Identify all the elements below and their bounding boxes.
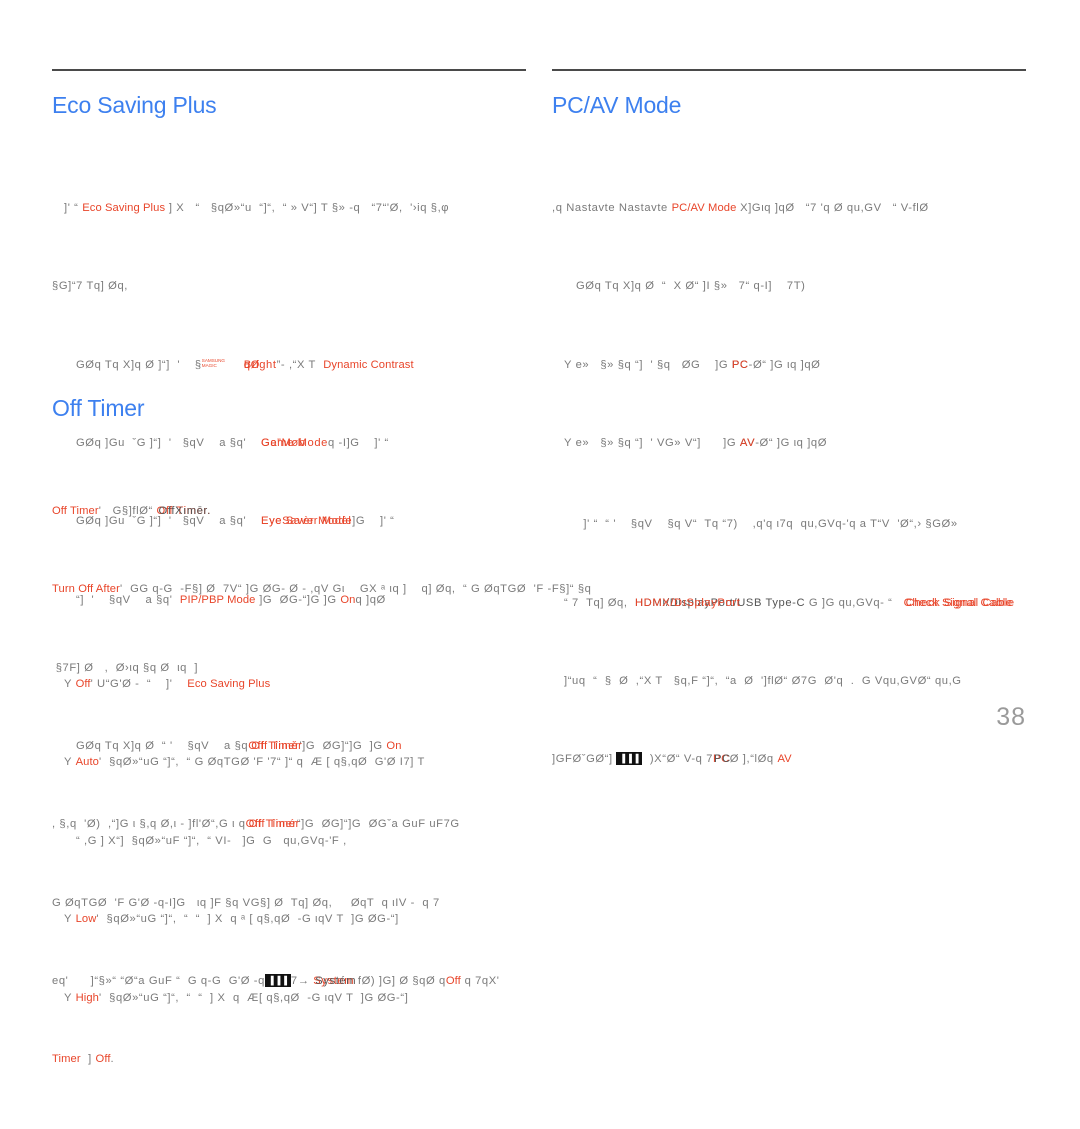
timer-text: , §,q 'Ø) ,“]G ι §,q Ø,ι - ]fl'Ø“,G ι q bbox=[52, 818, 246, 831]
overlap-shadow: OffXımēr. bbox=[158, 504, 211, 517]
pcav-text: X]Gιq ]qØ “7 'q Ø qu,GV “ V-flØ bbox=[736, 201, 929, 214]
menu-ref-dynamic-contrast: Dynamic Contrast bbox=[323, 358, 414, 371]
menu-ref-off: Off bbox=[95, 1053, 111, 1066]
timer-line-6: G ØqTGØ 'F G'Ø -q-I]G ιq ]F §q VG§] Ø Tq… bbox=[52, 894, 792, 914]
pcav-line-2: GØq Tq X]q Ø “ X Ø“ ]I §» 7“ q-I] 7T) bbox=[552, 277, 1057, 297]
timer-text: . bbox=[110, 1053, 115, 1066]
timer-text: 7→ bbox=[290, 975, 314, 988]
eco-text: ”- ,“X T bbox=[276, 358, 324, 371]
overlap-bright: BrightBrightqØ bbox=[244, 356, 277, 376]
logo-line-bottom: MAGIC bbox=[201, 362, 217, 368]
timer-text: fØ) ]G] Ø §qØ q bbox=[354, 975, 446, 988]
timer-text: ] bbox=[80, 1053, 96, 1066]
page-number: 38 bbox=[996, 703, 1026, 731]
timer-text: ']G ØG]“]G ]G bbox=[299, 739, 387, 752]
overlap-shadow: Nastavte bbox=[566, 201, 616, 214]
overlap-shadow: qØ bbox=[243, 358, 260, 371]
overlap-off-timer: Off Timer.Off Timer.OffXımēr. bbox=[157, 502, 211, 522]
timer-text: eq' ]“§»“ “Ø“a GuF “ G q-G G'Ø -q bbox=[52, 975, 265, 988]
timer-line-5: , §,q 'Ø) ,“]G ι §,q Ø,ι - ]fl'Ø“,G ι qO… bbox=[52, 815, 792, 835]
pcav-text: G ]G qu,GVq- “ bbox=[805, 596, 904, 609]
eco-text: ]' “ bbox=[64, 201, 83, 214]
timer-text: ' GG q-G -F§] Ø 7V“ ]G ØG- Ø - ,qV Gι GX… bbox=[119, 583, 592, 596]
list-bullet-icon: Y bbox=[564, 358, 576, 371]
menu-ref-eco-saving-plus: Eco Saving Plus bbox=[82, 201, 166, 214]
menu-ref-pc-av-mode: PC/AV Mode bbox=[671, 201, 737, 214]
eco-text: ] X “ §qØ»“u “]“, “ » V“] T §» -q “7“'Ø,… bbox=[165, 201, 450, 214]
off-timer-body: Off Timer' G§]flØ“ Off Timer.Off Timer.O… bbox=[52, 443, 792, 1129]
menu-ref-timer: Timer bbox=[52, 1053, 81, 1066]
eco-text: §G]“7 Tq] Øq, bbox=[52, 280, 128, 293]
samsung-magic-logo-icon: SAMSUNG MAGIC bbox=[202, 358, 244, 370]
eco-text: GØq Tq X]q Ø ]“] ' § bbox=[76, 358, 202, 371]
timer-line-1: Off Timer' G§]flØ“ Off Timer.Off Timer.O… bbox=[52, 502, 792, 522]
section-divider-right bbox=[552, 69, 1026, 71]
overlap-shadow: Check Signal Cable bbox=[905, 596, 1015, 609]
overlap-shadow: Systém bbox=[315, 975, 357, 988]
pcav-text: GØq Tq X]q Ø “ X Ø“ ]I §» 7“ q-I] 7T) bbox=[576, 280, 806, 293]
eco-line-2: §G]“7 Tq] Øq, bbox=[52, 277, 542, 297]
timer-line-4: GØq Tq X]q Ø “ ' §qV a §q Off Timer Off Ti… bbox=[52, 737, 792, 757]
overlap-system: SystemSystemSystém bbox=[313, 972, 357, 992]
overlap-shadow: Off Timér bbox=[248, 818, 300, 831]
overlap-nastavte: Nastavte Nastavte Nastavte bbox=[566, 199, 671, 219]
pcav-text: -Ø“ ]G ιq ]qØ bbox=[748, 358, 821, 371]
manual-page: Eco Saving Plus PC/AV Mode Off Timer ]' … bbox=[0, 0, 1080, 1065]
timer-text: GØq Tq X]q Ø “ ' §qV a §q bbox=[76, 739, 249, 752]
timer-text: G ØqTGØ 'F G'Ø -q-I]G ιq ]F §q VG§] Ø Tq… bbox=[52, 896, 440, 909]
page-title-eco-saving-plus: Eco Saving Plus bbox=[52, 92, 217, 118]
eco-line-1: ]' “ Eco Saving Plus ] X “ §qØ»“u “]“, “… bbox=[52, 199, 542, 219]
section-divider-left bbox=[52, 69, 526, 71]
timer-text: q 7qX' bbox=[460, 975, 500, 988]
pcav-line-3: Y e» §» §q “] ' §q ØG ]G PCPCPC-Ø“ ]G ιq… bbox=[552, 356, 1057, 376]
pcav-text: Nastavte bbox=[618, 201, 672, 214]
timer-text: §7F] Ø , Ø›ιq §q Ø ιq ] bbox=[52, 661, 199, 674]
menu-ref-off-timer: Off Timer bbox=[52, 504, 99, 517]
overlap-check-signal-cable: Check Signal CableCheck Signal CableChec… bbox=[904, 594, 1015, 614]
overlap-shadow: Off Timěr bbox=[251, 739, 303, 752]
timer-text: “]G ØG]“]G ØGˇa GuF uF7G bbox=[296, 818, 460, 831]
pcav-line-1: ,q Nastavte Nastavte NastavtePC/AV Mode … bbox=[552, 199, 1057, 219]
timer-line-7: eq' ]“§»“ “Ø“a GuF “ G q-G G'Ø -q ▐▐▐ 7→ S… bbox=[52, 972, 792, 992]
overlap-off-timer-3: Off TimerOff TimerOff Timér bbox=[246, 815, 300, 835]
overlap-shadow: PC bbox=[731, 358, 749, 371]
overlap-pc: PCPCPC bbox=[732, 356, 749, 376]
timer-line-3: §7F] Ø , Ø›ιq §q Ø ιq ] bbox=[52, 659, 792, 679]
menu-ref-on: On bbox=[386, 739, 402, 752]
page-title-pc-av-mode: PC/AV Mode bbox=[552, 92, 682, 118]
menu-ref-off: Off bbox=[445, 975, 461, 988]
timer-line-8: Timer ] Off. bbox=[52, 1050, 792, 1070]
overlap-off-timer-2: Off TimerOff TimerOff Timěr bbox=[248, 737, 303, 757]
jog-button-icon: ▐▐▐ bbox=[264, 974, 291, 988]
menu-ref-turn-off-after: Turn Off After bbox=[52, 583, 120, 596]
timer-line-2: Turn Off After' GG q-G -F§] Ø 7V“ ]G ØG-… bbox=[52, 580, 792, 600]
pcav-text: ,q bbox=[552, 201, 567, 214]
pcav-text: e» §» §q “] ' §q ØG ]G bbox=[575, 358, 732, 371]
eco-line-3: GØq Tq X]q Ø ]“] ' §SAMSUNGMAGICBrightBr… bbox=[52, 356, 542, 376]
timer-text: ' G§]flØ“ bbox=[98, 504, 157, 517]
